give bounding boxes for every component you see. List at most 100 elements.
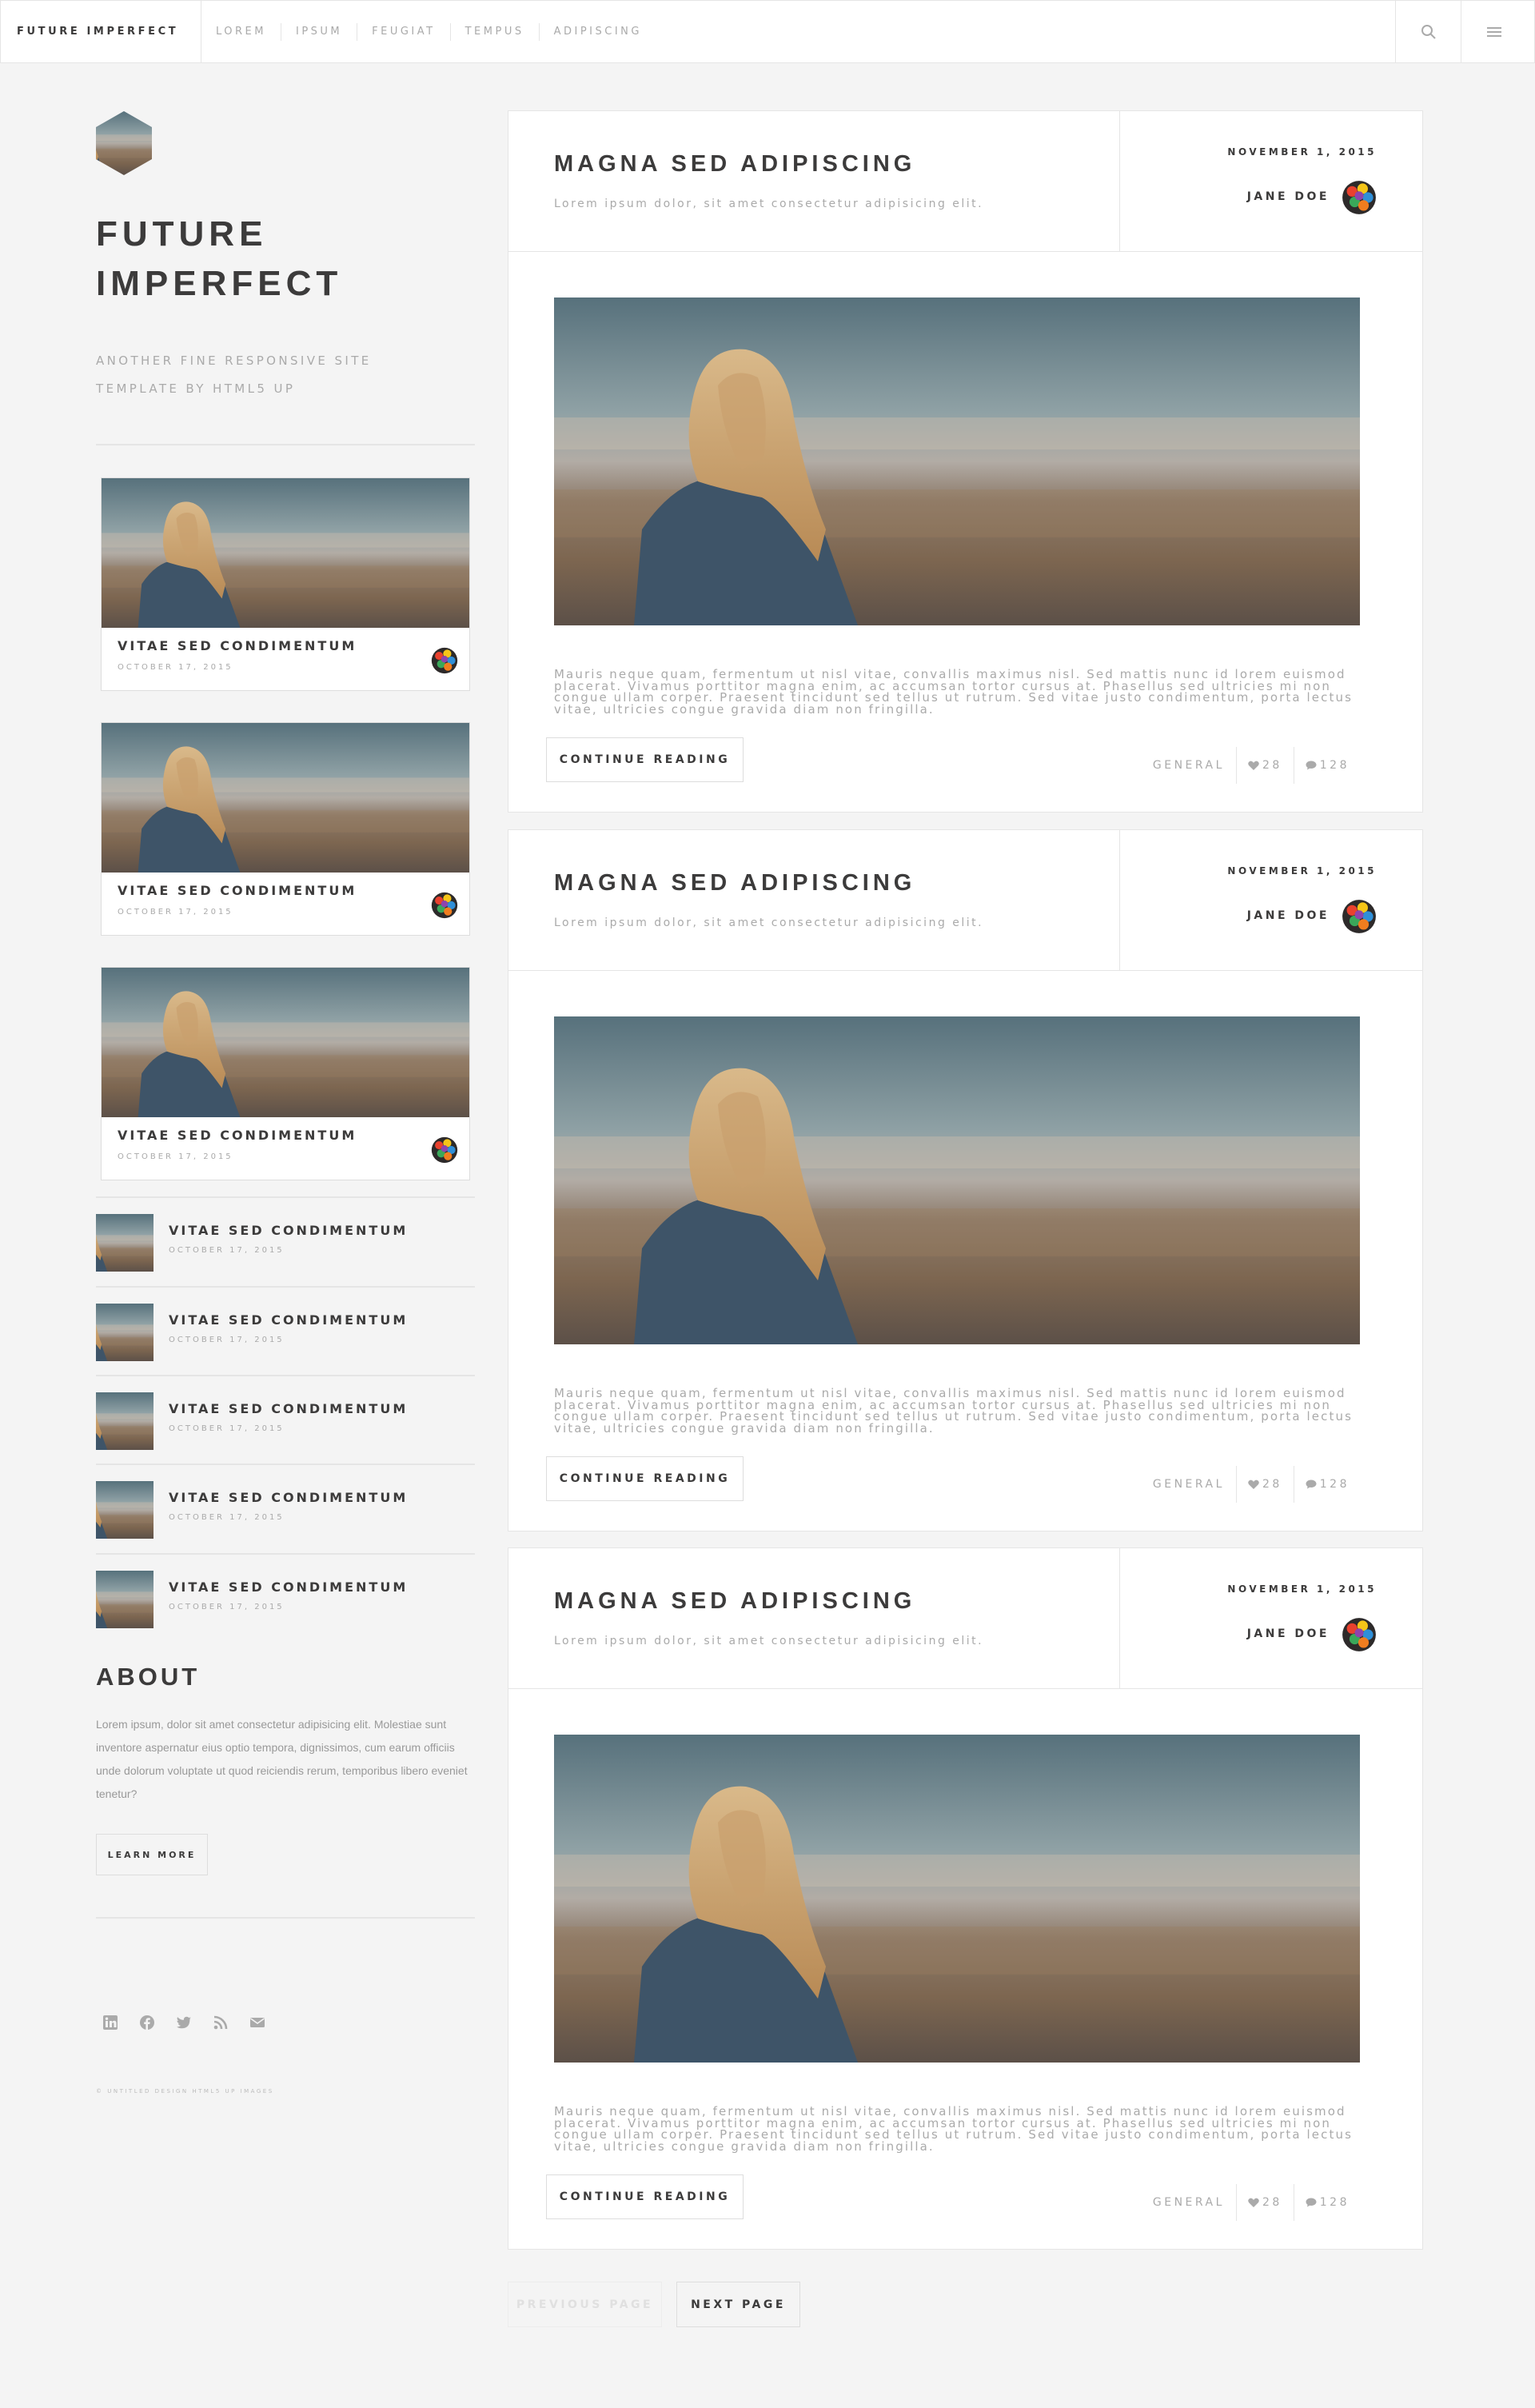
post-meta: NOVEMBER 1, 2015 JANE DOE bbox=[1119, 111, 1422, 252]
list-item-title[interactable]: VITAE SED CONDIMENTUM bbox=[169, 1312, 408, 1328]
continue-reading-button[interactable]: CONTINUE READING bbox=[546, 2174, 744, 2219]
author-avatar[interactable] bbox=[431, 1136, 458, 1164]
heart-icon bbox=[1248, 761, 1259, 770]
post-excerpt: Mauris neque quam, fermentum ut nisl vit… bbox=[554, 1386, 1353, 1436]
nav-link-lorem[interactable]: LOREM bbox=[201, 23, 281, 41]
comments-count[interactable]: 128 bbox=[1293, 747, 1361, 784]
continue-reading-button[interactable]: CONTINUE READING bbox=[546, 1456, 744, 1501]
mini-post-image[interactable] bbox=[102, 723, 469, 873]
list-item[interactable]: VITAE SED CONDIMENTUM OCTOBER 17, 2015 bbox=[96, 1196, 475, 1286]
mini-post-title[interactable]: VITAE SED CONDIMENTUM bbox=[118, 883, 357, 898]
post-title[interactable]: MAGNA SED ADIPISCING bbox=[554, 870, 915, 897]
search-button[interactable] bbox=[1395, 1, 1461, 62]
continue-reading-button[interactable]: CONTINUE READING bbox=[546, 737, 744, 782]
likes-value: 28 bbox=[1262, 2196, 1282, 2209]
mini-post-image[interactable] bbox=[102, 968, 469, 1117]
post-author[interactable]: JANE DOE bbox=[1247, 190, 1330, 203]
list-item[interactable]: VITAE SED CONDIMENTUM OCTOBER 17, 2015 bbox=[96, 1464, 475, 1553]
post-article: MAGNA SED ADIPISCING Lorem ipsum dolor, … bbox=[508, 829, 1423, 1531]
post-subtitle: Lorem ipsum dolor, sit amet consectetur … bbox=[554, 916, 984, 929]
list-item-thumbnail[interactable] bbox=[96, 1214, 154, 1272]
list-item-thumbnail[interactable] bbox=[96, 1304, 154, 1361]
comments-value: 128 bbox=[1319, 1478, 1350, 1491]
mini-post-date: OCTOBER 17, 2015 bbox=[118, 663, 233, 672]
author-avatar[interactable] bbox=[1342, 1617, 1377, 1652]
nav-link-feugiat[interactable]: FEUGIAT bbox=[357, 22, 449, 41]
list-item-thumbnail[interactable] bbox=[96, 1481, 154, 1539]
email-icon[interactable] bbox=[249, 2015, 265, 2031]
next-page-button[interactable]: NEXT PAGE bbox=[676, 2282, 800, 2327]
post-author[interactable]: JANE DOE bbox=[1247, 1627, 1330, 1640]
post-date: NOVEMBER 1, 2015 bbox=[1227, 865, 1377, 877]
list-item-title[interactable]: VITAE SED CONDIMENTUM bbox=[169, 1401, 408, 1416]
site-tagline: ANOTHER FINE RESPONSIVE SITE TEMPLATE BY… bbox=[96, 353, 372, 396]
site-logo[interactable]: FUTURE IMPERFECT bbox=[1, 1, 201, 62]
post-author[interactable]: JANE DOE bbox=[1247, 909, 1330, 922]
list-item-title[interactable]: VITAE SED CONDIMENTUM bbox=[169, 1223, 408, 1238]
mini-post[interactable]: VITAE SED CONDIMENTUM OCTOBER 17, 2015 bbox=[101, 967, 470, 1180]
post-image[interactable] bbox=[554, 298, 1360, 625]
comment-icon bbox=[1306, 2198, 1317, 2207]
list-item-title[interactable]: VITAE SED CONDIMENTUM bbox=[169, 1490, 408, 1505]
heart-icon bbox=[1248, 2198, 1259, 2207]
likes-count[interactable]: 28 bbox=[1235, 747, 1294, 784]
post-meta: NOVEMBER 1, 2015 JANE DOE bbox=[1119, 1548, 1422, 1689]
site-header: FUTURE IMPERFECT LOREM IPSUM FEUGIAT TEM… bbox=[0, 0, 1535, 63]
author-avatar[interactable] bbox=[1342, 899, 1377, 934]
learn-more-button[interactable]: LEARN MORE bbox=[96, 1834, 208, 1875]
divider bbox=[96, 1917, 475, 1919]
site-title: FUTURE IMPERFECT bbox=[96, 214, 343, 303]
likes-count[interactable]: 28 bbox=[1235, 2184, 1294, 2221]
author-avatar[interactable] bbox=[1342, 180, 1377, 215]
facebook-icon[interactable] bbox=[139, 2015, 155, 2031]
mini-post-image[interactable] bbox=[102, 478, 469, 628]
hexagon-logo-image[interactable] bbox=[96, 111, 152, 175]
author-avatar[interactable] bbox=[431, 647, 458, 674]
social-links bbox=[102, 2015, 265, 2031]
linkedin-icon[interactable] bbox=[102, 2015, 118, 2031]
post-title[interactable]: MAGNA SED ADIPISCING bbox=[554, 1588, 915, 1615]
post-meta: NOVEMBER 1, 2015 JANE DOE bbox=[1119, 830, 1422, 971]
comments-count[interactable]: 128 bbox=[1293, 1466, 1361, 1503]
list-item-thumbnail[interactable] bbox=[96, 1571, 154, 1628]
post-category[interactable]: GENERAL bbox=[1142, 2184, 1236, 2221]
comments-count[interactable]: 128 bbox=[1293, 2184, 1361, 2221]
likes-value: 28 bbox=[1262, 1478, 1282, 1491]
previous-page-button[interactable]: PREVIOUS PAGE bbox=[508, 2282, 662, 2327]
post-title[interactable]: MAGNA SED ADIPISCING bbox=[554, 151, 915, 178]
list-item[interactable]: VITAE SED CONDIMENTUM OCTOBER 17, 2015 bbox=[96, 1553, 475, 1643]
post-header: MAGNA SED ADIPISCING Lorem ipsum dolor, … bbox=[508, 830, 1422, 971]
nav-link-ipsum[interactable]: IPSUM bbox=[280, 22, 357, 41]
about-title: ABOUT bbox=[96, 1663, 201, 1691]
comments-value: 128 bbox=[1319, 2196, 1350, 2209]
mini-post[interactable]: VITAE SED CONDIMENTUM OCTOBER 17, 2015 bbox=[101, 722, 470, 936]
list-item[interactable]: VITAE SED CONDIMENTUM OCTOBER 17, 2015 bbox=[96, 1375, 475, 1464]
post-article: MAGNA SED ADIPISCING Lorem ipsum dolor, … bbox=[508, 1547, 1423, 2250]
post-stats: GENERAL 28 128 bbox=[1142, 2184, 1361, 2221]
heart-icon bbox=[1248, 1480, 1259, 1489]
mini-post[interactable]: VITAE SED CONDIMENTUM OCTOBER 17, 2015 bbox=[101, 477, 470, 691]
author-avatar[interactable] bbox=[431, 892, 458, 919]
rss-icon[interactable] bbox=[213, 2015, 229, 2031]
copyright-text: © UNTITLED DESIGN HTML5 UP IMAGES bbox=[96, 2088, 274, 2095]
mini-post-title[interactable]: VITAE SED CONDIMENTUM bbox=[118, 1128, 357, 1143]
post-image[interactable] bbox=[554, 1016, 1360, 1344]
divider bbox=[96, 444, 475, 445]
main-nav: LOREM IPSUM FEUGIAT TEMPUS ADIPISCING bbox=[201, 1, 656, 62]
menu-button[interactable] bbox=[1461, 1, 1526, 62]
mini-post-title[interactable]: VITAE SED CONDIMENTUM bbox=[118, 638, 357, 653]
nav-link-tempus[interactable]: TEMPUS bbox=[449, 22, 539, 41]
list-item[interactable]: VITAE SED CONDIMENTUM OCTOBER 17, 2015 bbox=[96, 1286, 475, 1376]
nav-link-adipiscing[interactable]: ADIPISCING bbox=[538, 22, 656, 41]
post-category[interactable]: GENERAL bbox=[1142, 1466, 1236, 1503]
post-stats: GENERAL 28 128 bbox=[1142, 747, 1361, 784]
likes-count[interactable]: 28 bbox=[1235, 1466, 1294, 1503]
likes-value: 28 bbox=[1262, 759, 1282, 772]
post-image[interactable] bbox=[554, 1735, 1360, 2063]
twitter-icon[interactable] bbox=[176, 2015, 192, 2031]
list-item-title[interactable]: VITAE SED CONDIMENTUM bbox=[169, 1579, 408, 1595]
post-category[interactable]: GENERAL bbox=[1142, 747, 1236, 784]
list-item-thumbnail[interactable] bbox=[96, 1392, 154, 1450]
post-excerpt: Mauris neque quam, fermentum ut nisl vit… bbox=[554, 2104, 1353, 2154]
post-excerpt: Mauris neque quam, fermentum ut nisl vit… bbox=[554, 667, 1353, 717]
